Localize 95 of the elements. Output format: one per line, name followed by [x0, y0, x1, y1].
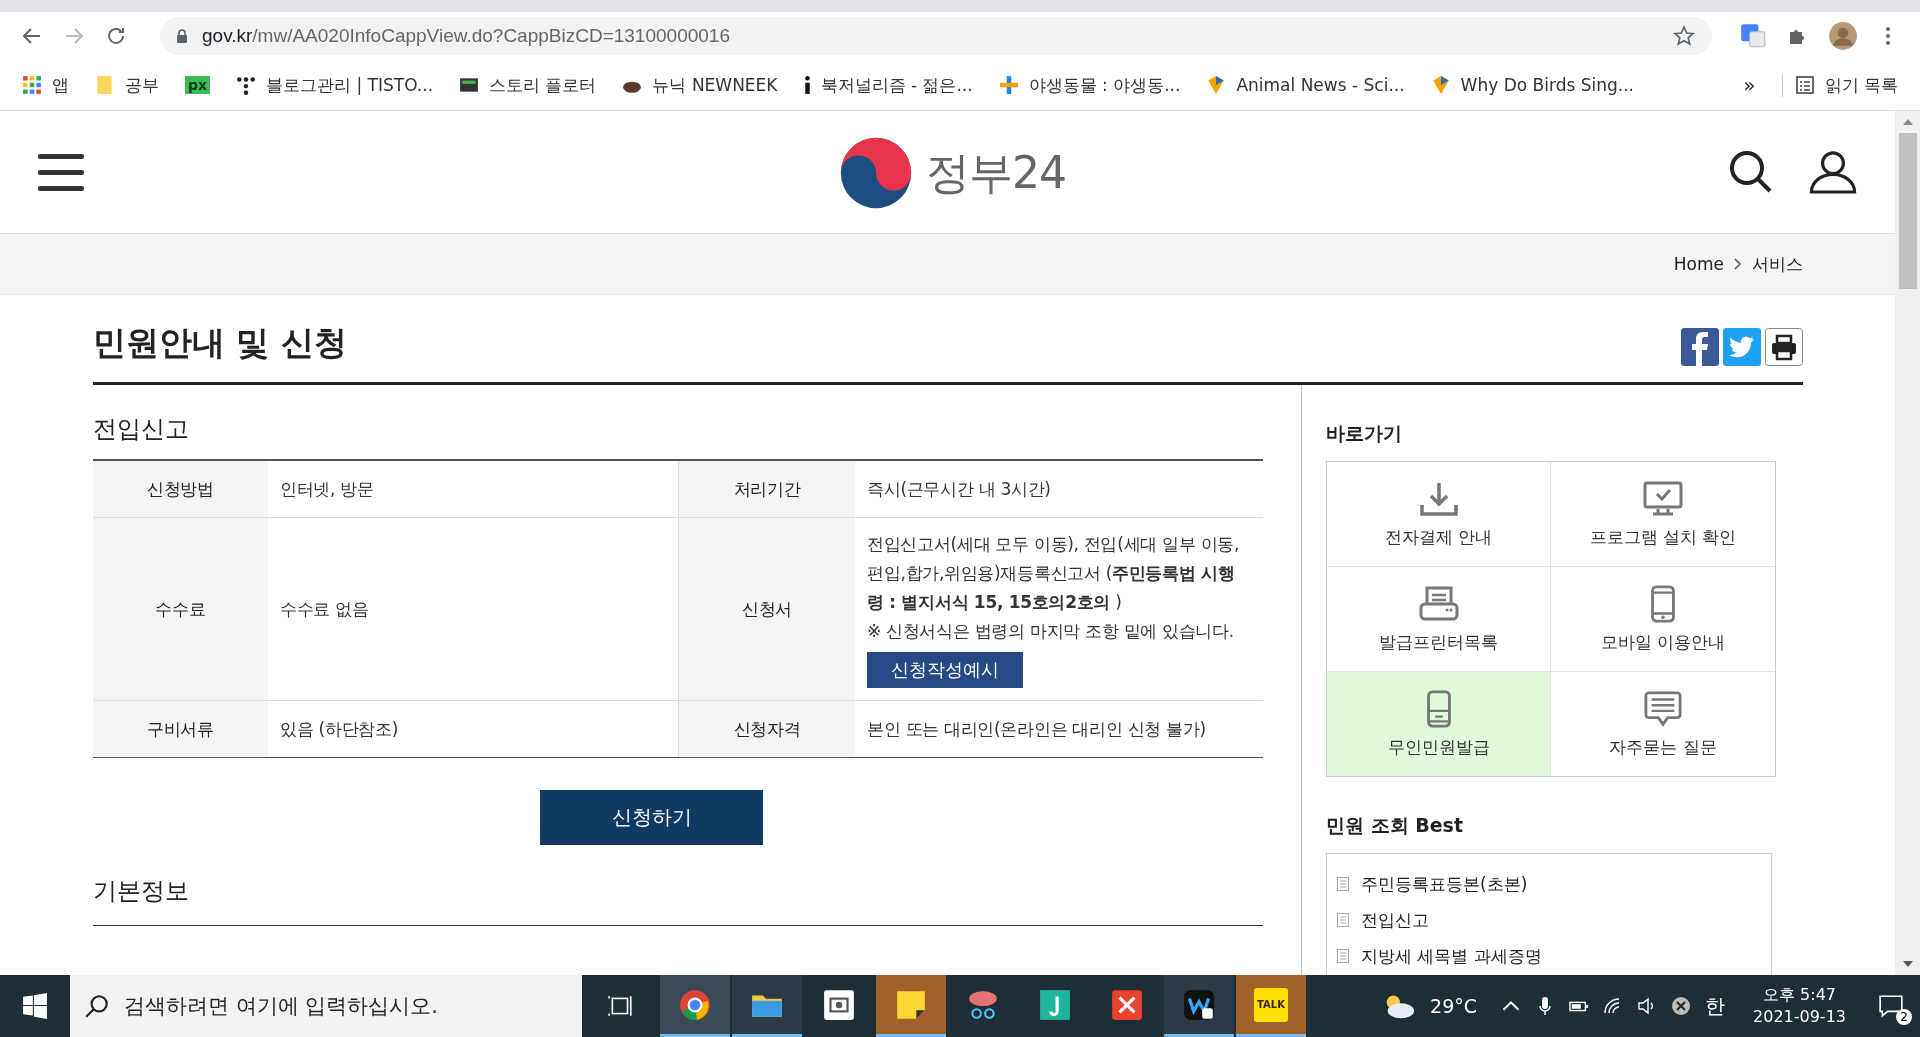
- cell-text: 전입신고서(세대 모두 이동), 전입(세대 일부 이동, 편입,합가,위임용)재등록신고서 (주민등록법 시행령 : 별지서식 15, 15호의2호의 ): [867, 533, 1241, 614]
- hamburger-menu-icon[interactable]: [38, 152, 84, 192]
- shield-icon: [1430, 75, 1451, 95]
- j-app-icon: [1038, 987, 1072, 1022]
- bookmark[interactable]: Animal News - Sci...: [1206, 75, 1405, 95]
- plus-icon: [998, 75, 1019, 95]
- table-header-cell: 처리기간: [678, 461, 855, 517]
- info-icon: [803, 75, 811, 95]
- browser-icon: [678, 987, 712, 1022]
- table-cell-text: 있음 (하단참조): [279, 717, 399, 741]
- more-bookmarks[interactable]: »: [1743, 73, 1756, 97]
- bookmark-icon[interactable]: px: [185, 76, 211, 94]
- taegeuk-logo-icon: [838, 135, 914, 211]
- chat-app-icon: [1182, 987, 1216, 1022]
- best-item-link[interactable]: 지방세 세목별 과세증명: [1361, 944, 1542, 968]
- printer-icon: [1418, 584, 1459, 623]
- breadcrumb-link[interactable]: 서비스: [1752, 252, 1803, 276]
- table-header-cell: 신청방법: [93, 461, 268, 517]
- document-icon: [1337, 913, 1349, 927]
- clock-button[interactable]: 오후 5:47 2021-09-13: [1753, 984, 1846, 1028]
- bookmark-label: 블로그관리 | TISTO...: [266, 73, 434, 97]
- url-text: gov.kr/mw/AA020InfoCappView.do?CappBizCD=13100000016: [202, 25, 731, 47]
- close-circle-icon[interactable]: [1671, 996, 1691, 1016]
- bookmark[interactable]: 앱: [22, 73, 69, 97]
- sidebar-heading: 민원 조회 Best: [1326, 813, 1464, 838]
- apply-button[interactable]: 신청하기: [540, 790, 763, 845]
- bookmark-label: 스토리 플로터: [489, 73, 597, 97]
- bookmark-label: Animal News - Sci...: [1236, 75, 1405, 95]
- windows-start-icon[interactable]: [22, 993, 48, 1019]
- section-title: 기본정보: [93, 876, 190, 907]
- cell-text: 본인 또는 대리인(온라인은 대리인 신청 불가): [867, 717, 1206, 741]
- bookmark-label: 앱: [52, 73, 69, 97]
- speech-bubble-icon: [1643, 689, 1683, 728]
- talk-app-icon: TALK: [1254, 987, 1288, 1022]
- sidebar-heading: 바로가기: [1326, 421, 1403, 446]
- example-button[interactable]: 신청작성예시: [867, 652, 1023, 688]
- taskbar-search-field[interactable]: 검색하려면 여기에 입력하십시오.: [70, 975, 582, 1037]
- x-app-icon: [1110, 987, 1144, 1022]
- notification-count: 2: [1896, 1009, 1912, 1025]
- bookmark[interactable]: 공부: [95, 73, 159, 97]
- table-header-cell: 수수료: [93, 518, 268, 700]
- table-cell-text: 수수료 없음: [279, 597, 370, 621]
- book-icon: [459, 75, 480, 95]
- bookmark[interactable]: 스토리 플로터: [459, 73, 597, 97]
- quick-link[interactable]: 프로그램 설치 확인: [1551, 462, 1775, 567]
- scrollbar-thumb[interactable]: [1898, 133, 1917, 289]
- taskbar-app[interactable]: [732, 975, 802, 1037]
- lock-icon: [176, 29, 188, 43]
- temperature-text[interactable]: 29°C: [1430, 995, 1477, 1017]
- star-icon[interactable]: [1672, 24, 1696, 48]
- table-header-cell: 신청서: [678, 518, 855, 700]
- camera-icon: [822, 987, 856, 1022]
- address-bar[interactable]: gov.kr/mw/AA020InfoCappView.do?CappBizCD=13100000016: [160, 17, 1712, 55]
- taskbar-app[interactable]: [1164, 975, 1234, 1037]
- table-header-cell: 구비서류: [93, 701, 268, 757]
- taskbar-app[interactable]: TALK: [1236, 975, 1306, 1037]
- bookmark-label: 공부: [125, 73, 159, 97]
- avatar-icon[interactable]: [1828, 21, 1858, 51]
- table-header-cell: 신청자격: [678, 701, 855, 757]
- table-cell-text: 인터넷, 방문: [279, 477, 375, 501]
- quick-link[interactable]: 자주묻는 질문: [1551, 672, 1775, 776]
- monitor-check-icon: [1643, 479, 1683, 518]
- grid-icon: [22, 75, 42, 95]
- bookmark[interactable]: 뉴닉 NEWNEEK: [622, 73, 778, 97]
- scroll-down-icon[interactable]: [1902, 961, 1913, 967]
- scroll-up-icon[interactable]: [1902, 119, 1913, 125]
- search-icon: [84, 993, 110, 1019]
- best-item-link[interactable]: 전입신고: [1361, 908, 1429, 932]
- document-icon: [1337, 877, 1349, 891]
- facebook-icon[interactable]: [1681, 328, 1719, 366]
- logo-text[interactable]: 정부24: [926, 143, 1066, 203]
- list-icon: [1794, 75, 1815, 95]
- page-title: 민원안내 및 신청: [93, 322, 347, 364]
- breadcrumb-link[interactable]: Home: [1673, 254, 1724, 274]
- bookmark[interactable]: 야생동물 : 야생동...: [998, 73, 1181, 97]
- section-title: 전입신고: [93, 414, 190, 445]
- quick-link[interactable]: 모바일 이용안내: [1551, 567, 1775, 672]
- quick-link[interactable]: 전자결제 안내: [1327, 462, 1551, 567]
- cell-text: 즉시(근무시간 내 3시간): [867, 477, 1051, 501]
- cell-text: ※ 신청서식은 법령의 마지막 조항 밑에 있습니다.: [867, 620, 1234, 643]
- input-method-indicator[interactable]: 한: [1705, 992, 1725, 1020]
- scrollbar[interactable]: [1895, 111, 1920, 975]
- document-icon: [1337, 949, 1349, 963]
- bookmark[interactable]: 블로그관리 | TISTO...: [236, 73, 434, 97]
- task-view-icon[interactable]: [608, 993, 634, 1019]
- print-icon[interactable]: [1765, 328, 1803, 366]
- best-item-link[interactable]: 주민등록표등본(초본): [1361, 872, 1528, 896]
- chevron-right-icon: [1734, 258, 1742, 270]
- bookmark-label: 야생동물 : 야생동...: [1028, 73, 1181, 97]
- folder-icon: [95, 75, 115, 95]
- dots-icon: [236, 75, 257, 95]
- bookmark-label: 뉴닉 NEWNEEK: [652, 73, 778, 97]
- reading-list-button[interactable]: 읽기 목록: [1781, 73, 1898, 97]
- quick-link[interactable]: 무인민원발급: [1327, 672, 1551, 776]
- shield-icon: [1206, 75, 1227, 95]
